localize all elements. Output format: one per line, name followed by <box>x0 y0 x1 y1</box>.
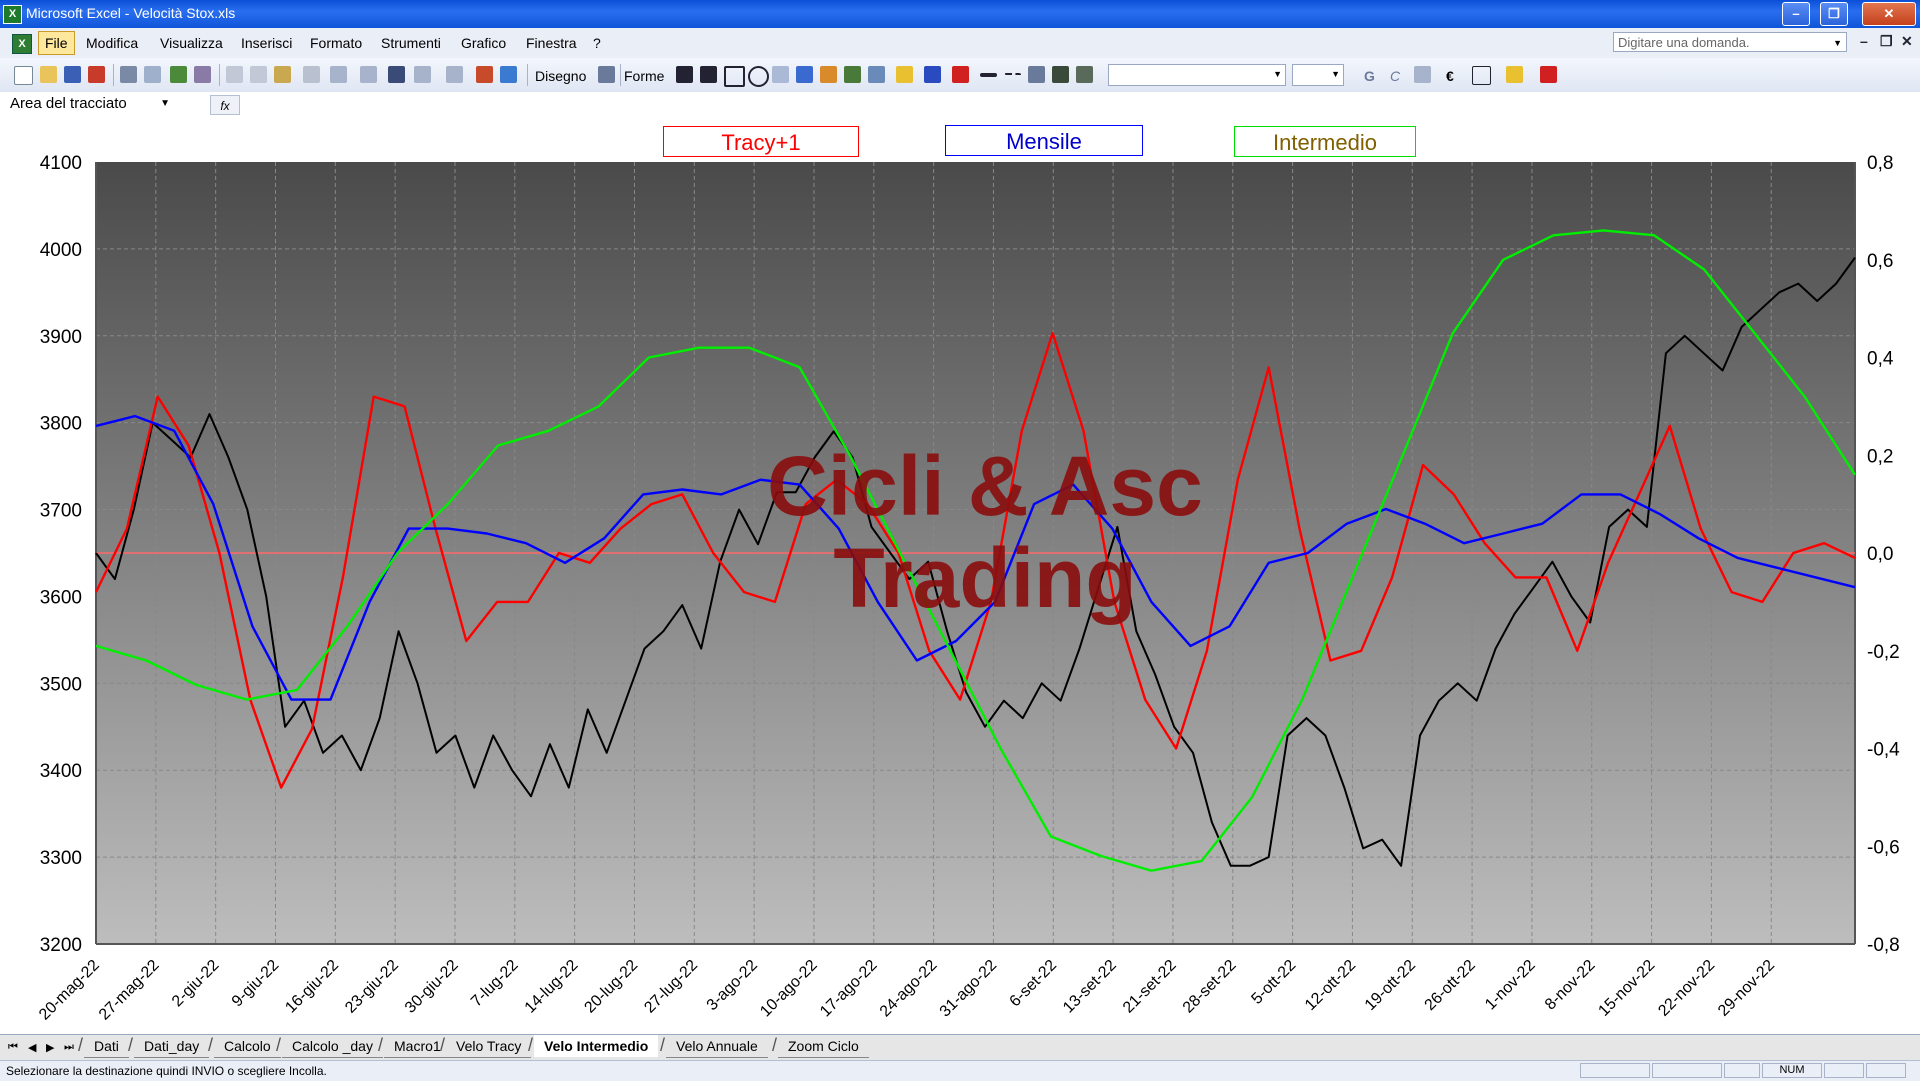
sheet-tab[interactable]: Calcolo _day <box>282 1035 383 1058</box>
x-tick-label: 29-nov-22 <box>1715 957 1778 1020</box>
y-right-tick-label: -0,4 <box>1867 740 1900 761</box>
x-tick-label: 28-set-22 <box>1180 957 1240 1017</box>
y-left-tick-label: 3200 <box>40 935 82 956</box>
x-tick-label: 15-nov-22 <box>1595 957 1658 1020</box>
status-cell <box>1866 1063 1906 1078</box>
sheet-tab[interactable]: Dati_day <box>134 1035 210 1058</box>
x-tick-label: 5-ott-22 <box>1248 957 1299 1008</box>
status-bar: Selezionare la destinazione quindi INVIO… <box>0 1060 1920 1081</box>
y-right-tick-label: -0,6 <box>1867 837 1900 858</box>
x-tick-label: 14-lug-22 <box>522 957 582 1017</box>
sheet-tab[interactable]: Velo Intermedio <box>534 1035 659 1057</box>
y-right-tick-label: 0,0 <box>1867 544 1893 565</box>
x-tick-label: 30-giu-22 <box>402 957 462 1017</box>
x-tick-label: 21-set-22 <box>1120 957 1180 1017</box>
x-tick-label: 16-giu-22 <box>282 957 342 1017</box>
status-cell <box>1652 1063 1722 1078</box>
status-message: Selezionare la destinazione quindi INVIO… <box>6 1064 327 1078</box>
sheet-tab[interactable]: Zoom Ciclo <box>778 1035 869 1058</box>
y-right-tick-label: -0,2 <box>1867 642 1900 663</box>
status-cell <box>1824 1063 1864 1078</box>
x-tick-label: 2-giu-22 <box>169 957 223 1011</box>
status-cell <box>1724 1063 1760 1078</box>
chart-svg: 4100 4000 3900 3800 3700 3600 3500 3400 3300 3200… <box>36 153 1900 1024</box>
x-tick-label: 26-ott-22 <box>1422 957 1479 1014</box>
x-tick-label: 10-ago-22 <box>757 957 821 1021</box>
last-tab-icon[interactable]: ⏭ <box>64 1041 74 1054</box>
sheet-tab[interactable]: Velo Tracy <box>446 1035 532 1058</box>
sheet-tab[interactable]: Velo Annuale <box>666 1035 768 1058</box>
y-left-tick-label: 4100 <box>40 153 82 174</box>
y-left-tick-label: 3700 <box>40 501 82 522</box>
y-left-tick-label: 3800 <box>40 414 82 435</box>
y-left-tick-label: 4000 <box>40 240 82 261</box>
x-tick-label: 19-ott-22 <box>1362 957 1419 1014</box>
y-right-tick-label: 0,4 <box>1867 349 1894 370</box>
y-left-tick-label: 3300 <box>40 848 82 869</box>
series-line[interactable] <box>95 414 1856 701</box>
x-tick-label: 20-lug-22 <box>581 957 641 1017</box>
x-tick-label: 7-lug-22 <box>468 957 522 1011</box>
y-right-tick-label: 0,6 <box>1867 251 1893 272</box>
next-tab-icon[interactable]: ▶ <box>46 1041 54 1054</box>
x-tick-label: 3-ago-22 <box>704 957 761 1014</box>
x-tick-label: 20-mag-22 <box>36 957 103 1024</box>
series-line[interactable] <box>94 331 1856 789</box>
y-right-tick-label: 0,2 <box>1867 446 1893 467</box>
x-tick-label: 17-ago-22 <box>817 957 881 1021</box>
series-line[interactable] <box>95 229 1857 872</box>
legend-mensile[interactable]: Mensile <box>945 125 1143 156</box>
x-tick-label: 23-giu-22 <box>342 957 402 1017</box>
x-tick-label: 1-nov-22 <box>1482 957 1539 1014</box>
x-tick-label: 6-set-22 <box>1007 957 1061 1011</box>
status-cell <box>1580 1063 1650 1078</box>
x-tick-label: 24-ago-22 <box>877 957 941 1021</box>
first-tab-icon[interactable]: ⏮ <box>8 1041 18 1054</box>
x-tick-label: 9-giu-22 <box>229 957 283 1011</box>
x-tick-label: 8-nov-22 <box>1542 957 1599 1014</box>
x-tick-label: 27-mag-22 <box>96 957 163 1024</box>
y-left-tick-label: 3600 <box>40 587 82 608</box>
y-left-tick-label: 3400 <box>40 761 82 782</box>
y-right-tick-label: -0,8 <box>1867 935 1900 956</box>
x-tick-label: 12-ott-22 <box>1302 957 1359 1014</box>
y-right-tick-label: 0,8 <box>1867 153 1893 174</box>
legend-tracy[interactable]: Tracy+1 <box>663 126 859 157</box>
prev-tab-icon[interactable]: ◀ <box>28 1041 36 1054</box>
x-tick-label: 22-nov-22 <box>1655 957 1718 1020</box>
sheet-tabs-bar: ⏮ ◀ ▶ ⏭ Dati / Dati_day / Calcolo / Calcolo _d… <box>0 1034 1920 1061</box>
sheet-tab[interactable]: Calcolo <box>214 1035 281 1058</box>
x-tick-label: 13-set-22 <box>1060 957 1120 1017</box>
x-tick-label: 27-lug-22 <box>641 957 701 1017</box>
series-line[interactable] <box>95 257 1856 867</box>
legend-intermedio[interactable]: Intermedio <box>1234 126 1416 157</box>
x-tick-label: 31-ago-22 <box>937 957 1001 1021</box>
sheet-tab[interactable]: Dati <box>84 1035 129 1058</box>
y-left-tick-label: 3500 <box>40 674 82 695</box>
num-lock-indicator: NUM <box>1762 1063 1822 1078</box>
y-left-tick-label: 3900 <box>40 327 82 348</box>
